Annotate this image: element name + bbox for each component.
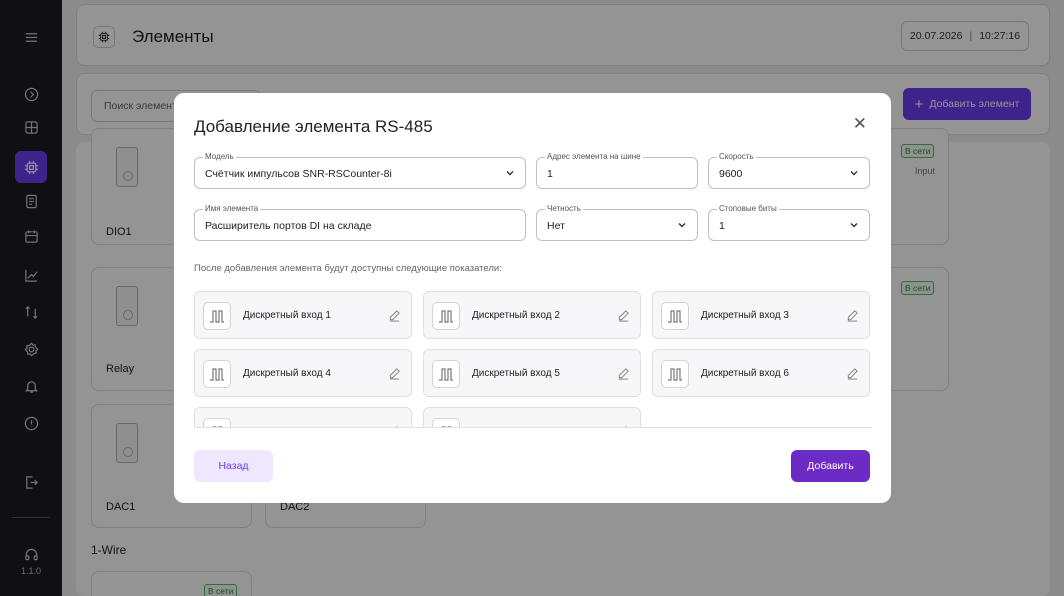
indicator-item[interactable]: Дискретный вход 1 xyxy=(194,291,412,339)
pulse-icon xyxy=(661,360,689,388)
speed-value: 9600 xyxy=(719,168,743,180)
close-icon[interactable]: ✕ xyxy=(853,115,867,132)
edit-icon[interactable] xyxy=(388,367,401,380)
chevron-down-icon xyxy=(506,171,514,176)
indicator-item[interactable]: Дискретный вход 4 xyxy=(194,349,412,397)
chevron-down-icon xyxy=(850,223,858,228)
indicator-item[interactable] xyxy=(423,407,641,428)
pulse-icon xyxy=(432,302,460,330)
edit-icon[interactable] xyxy=(617,309,630,322)
stop-bits-label: Стоповые биты xyxy=(717,204,779,214)
chevron-down-icon xyxy=(678,223,686,228)
speed-select[interactable]: Скорость 9600 xyxy=(708,152,870,189)
pulse-icon xyxy=(661,302,689,330)
parity-select[interactable]: Четность Нет xyxy=(536,204,698,241)
add-button[interactable]: Добавить xyxy=(791,450,870,482)
address-field[interactable]: Адрес элемента на шине 1 xyxy=(536,152,698,189)
address-label: Адрес элемента на шине xyxy=(545,152,643,162)
edit-icon[interactable] xyxy=(846,309,859,322)
indicator-label: Дискретный вход 4 xyxy=(243,368,331,379)
stop-bits-value: 1 xyxy=(719,220,725,232)
indicators-info-text: После добавления элемента будут доступны… xyxy=(194,263,502,274)
element-name-value: Расширитель портов DI на складе xyxy=(205,220,372,232)
indicators-list[interactable]: Дискретный вход 1 Дискретный вход 2 Диск… xyxy=(194,291,872,428)
edit-icon[interactable] xyxy=(617,425,630,428)
indicator-item[interactable]: Дискретный вход 3 xyxy=(652,291,870,339)
indicator-label: Дискретный вход 6 xyxy=(701,368,789,379)
indicator-label: Дискретный вход 1 xyxy=(243,310,331,321)
indicator-label: Дискретный вход 2 xyxy=(472,310,560,321)
model-value: Счётчик импульсов SNR-RSCounter-8i xyxy=(205,168,392,180)
pulse-icon xyxy=(203,418,231,427)
edit-icon[interactable] xyxy=(388,309,401,322)
pulse-icon xyxy=(432,360,460,388)
parity-value: Нет xyxy=(547,220,565,232)
address-value: 1 xyxy=(547,168,553,180)
edit-icon[interactable] xyxy=(388,425,401,428)
add-element-modal: Добавление элемента RS-485 ✕ Модель Счёт… xyxy=(174,93,891,503)
indicator-item[interactable]: Дискретный вход 2 xyxy=(423,291,641,339)
stop-bits-select[interactable]: Стоповые биты 1 xyxy=(708,204,870,241)
modal-title: Добавление элемента RS-485 xyxy=(194,117,433,136)
indicator-item[interactable]: Дискретный вход 6 xyxy=(652,349,870,397)
edit-icon[interactable] xyxy=(846,367,859,380)
model-select[interactable]: Модель Счётчик импульсов SNR-RSCounter-8… xyxy=(194,152,526,189)
chevron-down-icon xyxy=(850,171,858,176)
element-name-label: Имя элемента xyxy=(203,204,261,214)
pulse-icon xyxy=(432,418,460,427)
indicator-item[interactable] xyxy=(194,407,412,428)
back-button[interactable]: Назад xyxy=(194,450,273,482)
indicator-label: Дискретный вход 3 xyxy=(701,310,789,321)
pulse-icon xyxy=(203,360,231,388)
edit-icon[interactable] xyxy=(617,367,630,380)
element-name-field[interactable]: Имя элемента Расширитель портов DI на ск… xyxy=(194,204,526,241)
model-label: Модель xyxy=(203,152,236,162)
indicator-label: Дискретный вход 5 xyxy=(472,368,560,379)
parity-label: Четность xyxy=(545,204,583,214)
indicator-item[interactable]: Дискретный вход 5 xyxy=(423,349,641,397)
pulse-icon xyxy=(203,302,231,330)
speed-label: Скорость xyxy=(717,152,756,162)
